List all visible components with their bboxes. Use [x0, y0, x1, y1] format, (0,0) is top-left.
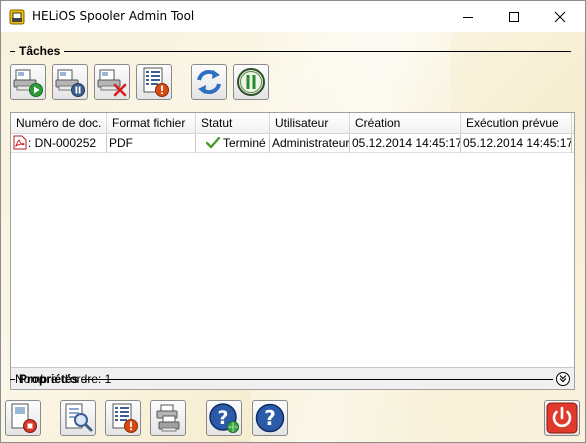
document-search-icon	[65, 403, 93, 432]
help-icon: ?	[255, 403, 285, 433]
header-rule	[64, 50, 571, 52]
column-header-created[interactable]: Création	[350, 113, 461, 134]
column-header-format[interactable]: Format fichier	[107, 113, 196, 134]
printers-icon	[156, 404, 180, 432]
list-error-icon	[112, 403, 138, 433]
help-button[interactable]: ?	[252, 400, 288, 436]
close-button[interactable]	[537, 1, 583, 32]
window-title: HELiOS Spooler Admin Tool	[32, 9, 195, 23]
minimize-icon	[463, 16, 473, 18]
client-area: Tâches Numéro de doc. Format fichier Sta…	[1, 32, 585, 442]
document-pause-icon	[55, 69, 85, 97]
app-window: HELiOS Spooler Admin Tool Tâches Numéro …	[0, 0, 586, 443]
status-text: Terminé	[223, 136, 266, 150]
refresh-button[interactable]	[191, 64, 227, 100]
jobs-table[interactable]: Numéro de doc. Format fichier Statut Uti…	[10, 112, 575, 390]
tasks-section-header: Tâches	[10, 43, 571, 59]
printers-button[interactable]	[150, 400, 186, 436]
title-bar[interactable]: HELiOS Spooler Admin Tool	[1, 1, 585, 32]
pdf-file-icon	[13, 135, 27, 150]
refresh-arrows-icon	[197, 69, 221, 95]
column-header-scheduled[interactable]: Exécution prévue	[461, 113, 572, 134]
pause-spooler-button[interactable]	[233, 64, 269, 100]
delete-job-button[interactable]	[94, 64, 130, 100]
list-error-icon	[143, 67, 169, 97]
maximize-button[interactable]	[491, 1, 537, 32]
search-log-button[interactable]	[60, 400, 96, 436]
table-header: Numéro de doc. Format fichier Statut Uti…	[11, 113, 574, 134]
cell-status: Terminé	[196, 134, 270, 153]
table-row[interactable]: : DN-000252 PDF Terminé Administrateur 0…	[11, 134, 574, 153]
job-error-button[interactable]	[136, 64, 172, 100]
svg-text:?: ?	[217, 407, 228, 429]
expand-chevron-icon[interactable]	[555, 371, 571, 387]
app-icon	[9, 9, 25, 25]
svg-text:?: ?	[264, 406, 276, 430]
document-stop-icon	[11, 403, 37, 433]
column-header-doc[interactable]: Numéro de doc.	[11, 113, 107, 134]
cell-scheduled: 05.12.2014 14:45:17	[461, 134, 572, 153]
pause-job-button[interactable]	[52, 64, 88, 100]
tasks-section-title: Tâches	[19, 44, 61, 58]
stop-service-button[interactable]	[5, 400, 41, 436]
properties-section-header[interactable]: Propriétés	[10, 371, 571, 387]
doc-number: : DN-000252	[28, 136, 97, 150]
cell-doc: : DN-000252	[11, 134, 107, 153]
pause-circle-icon	[237, 68, 265, 96]
cell-created: 05.12.2014 14:45:17	[350, 134, 461, 153]
cell-format: PDF	[107, 134, 196, 153]
document-delete-icon	[97, 69, 127, 97]
column-header-status[interactable]: Statut	[196, 113, 270, 134]
cell-user: Administrateur	[270, 134, 350, 153]
check-icon	[205, 136, 221, 149]
error-log-button[interactable]	[105, 400, 141, 436]
header-rule	[82, 378, 553, 380]
minimize-button[interactable]	[445, 1, 491, 32]
document-play-icon	[13, 69, 43, 97]
close-icon	[554, 11, 566, 22]
power-icon	[546, 402, 578, 434]
properties-section-title: Propriétés	[19, 372, 79, 386]
exit-button[interactable]	[544, 400, 580, 436]
help-online-button[interactable]: ?	[206, 400, 242, 436]
maximize-icon	[509, 11, 519, 22]
column-header-user[interactable]: Utilisateur	[270, 113, 350, 134]
start-job-button[interactable]	[10, 64, 46, 100]
help-globe-icon: ?	[209, 403, 239, 433]
